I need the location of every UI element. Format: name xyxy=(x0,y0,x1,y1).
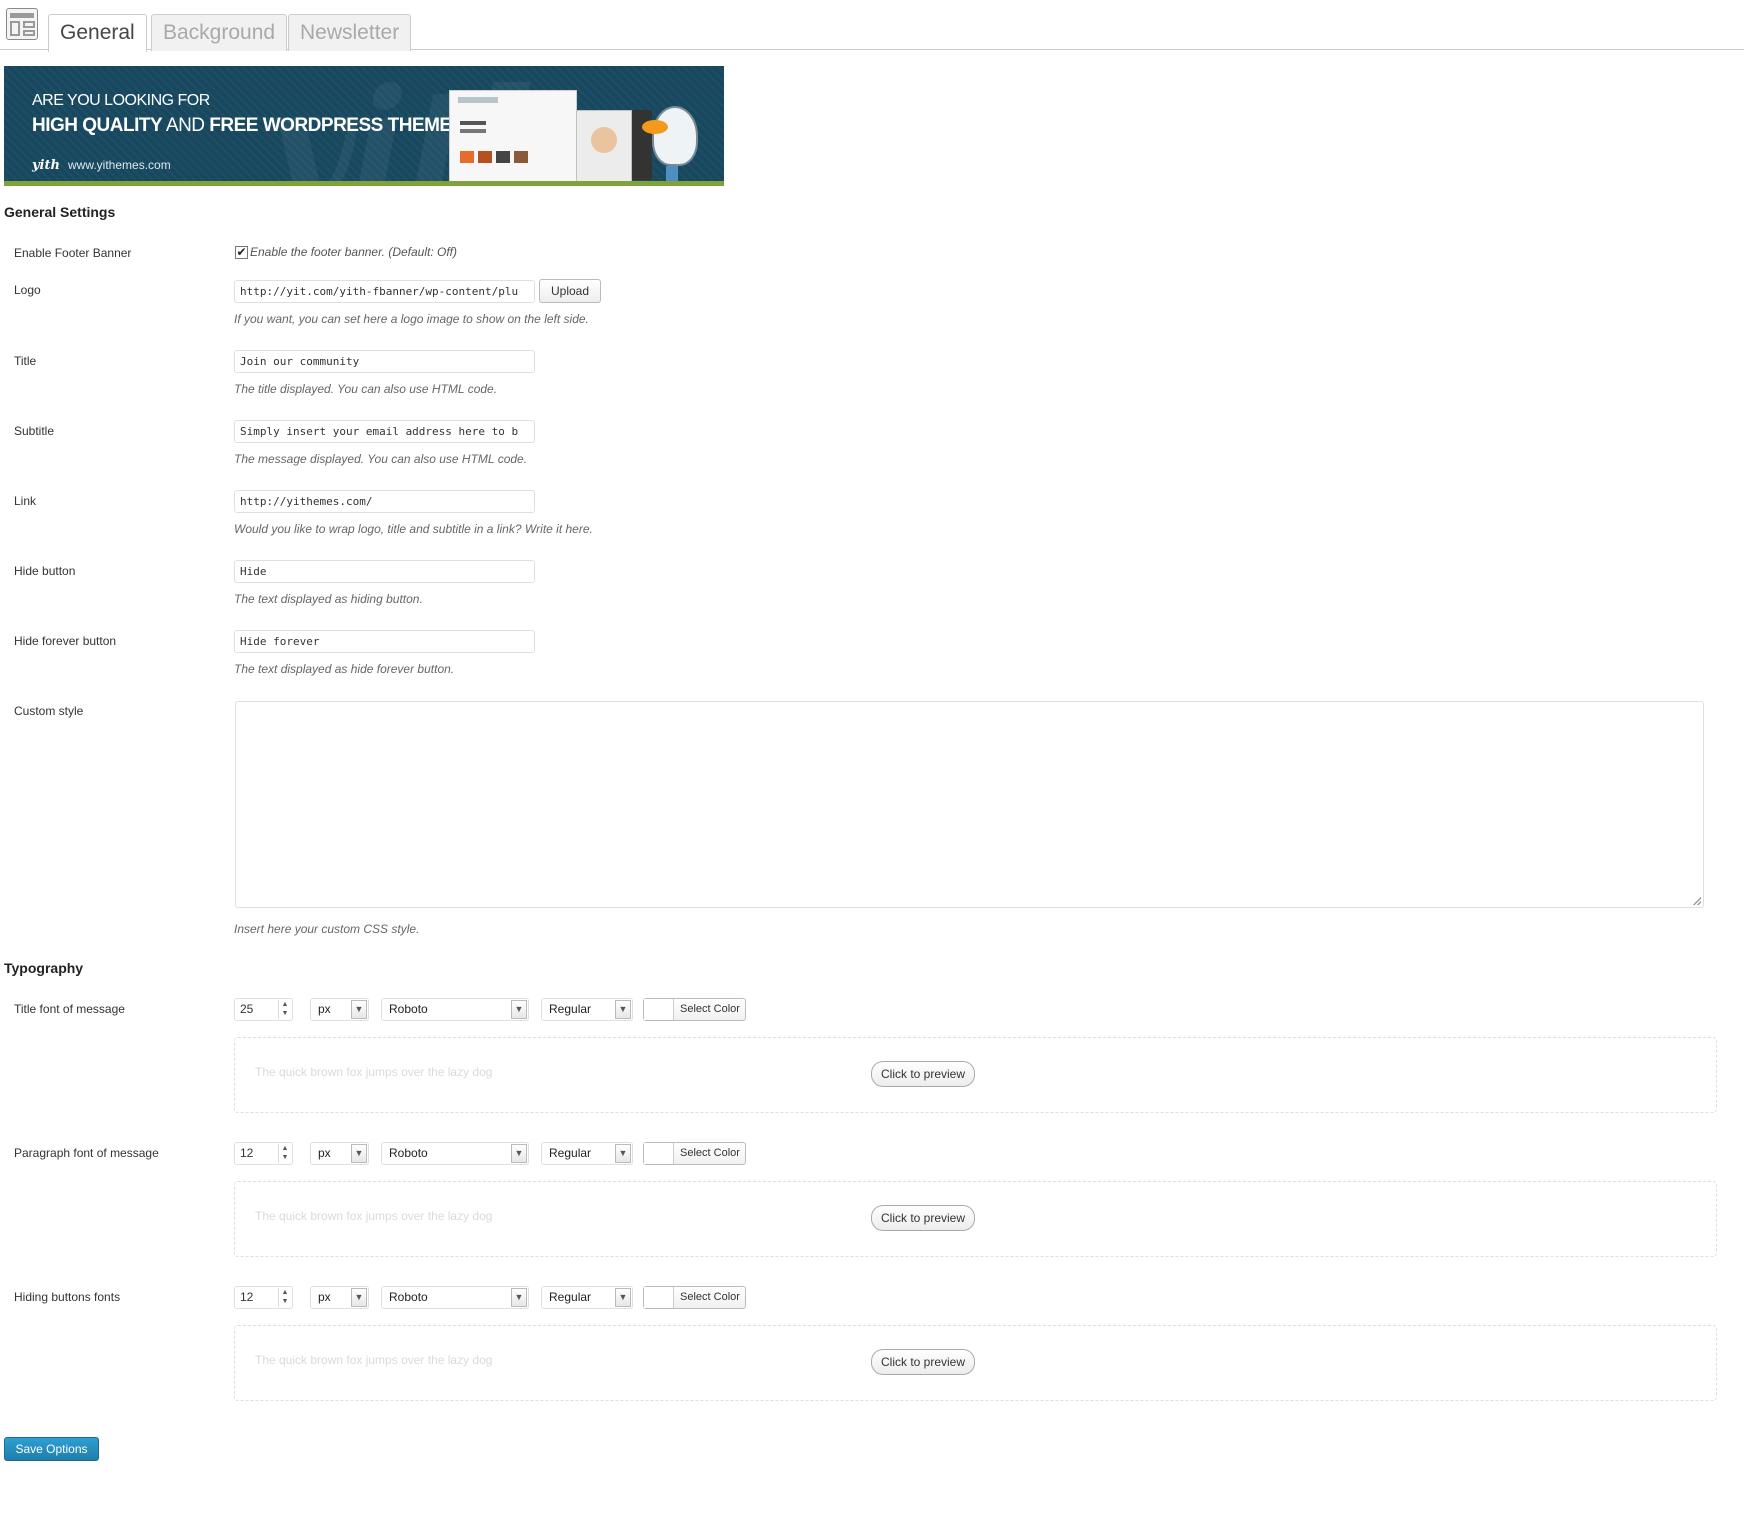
custom-style-hint: Insert here your custom CSS style. xyxy=(234,922,420,936)
title-input[interactable]: Join our community xyxy=(234,350,535,373)
select-color-button[interactable]: Select Color xyxy=(643,1286,746,1309)
font-family-select[interactable]: Roboto ▼ xyxy=(381,1286,529,1309)
stepper-arrows-icon[interactable]: ▲ ▼ xyxy=(278,1144,291,1163)
title-label: Title xyxy=(14,354,37,368)
subtitle-hint: The message displayed. You can also use … xyxy=(234,452,528,466)
resize-grip-icon[interactable] xyxy=(1693,897,1701,905)
font-weight-select[interactable]: Regular ▼ xyxy=(541,1142,633,1165)
hide-forever-button-input[interactable]: Hide forever xyxy=(234,630,535,653)
font-unit-select[interactable]: px ▼ xyxy=(310,1286,369,1309)
chevron-down-icon[interactable]: ▼ xyxy=(511,1000,527,1019)
banner-url: www.yithemes.com xyxy=(68,158,171,172)
duck-beak xyxy=(642,120,668,134)
tabs-bar: General Background Newsletter xyxy=(0,0,1744,52)
font-family-select[interactable]: Roboto ▼ xyxy=(381,1142,529,1165)
chevron-down-icon[interactable]: ▼ xyxy=(351,1144,367,1163)
color-swatch xyxy=(644,1287,674,1308)
theme-screenshot-image xyxy=(449,90,577,186)
tab-background[interactable]: Background xyxy=(151,14,288,51)
preview-text: The quick brown fox jumps over the lazy … xyxy=(255,1353,493,1367)
hide-forever-button-hint: The text displayed as hide forever butto… xyxy=(234,662,455,676)
font-preview-box: The quick brown fox jumps over the lazy … xyxy=(234,1181,1717,1257)
banner-line-1: ARE YOU LOOKING FOR xyxy=(32,92,210,109)
select-color-button[interactable]: Select Color xyxy=(643,1142,746,1165)
stepper-arrows-icon[interactable]: ▲ ▼ xyxy=(278,1288,291,1307)
enable-footer-banner-text: Enable the footer banner. (Default: Off) xyxy=(250,245,458,259)
custom-style-textarea[interactable] xyxy=(235,701,1704,908)
custom-style-label: Custom style xyxy=(14,704,84,718)
banner-stripe xyxy=(4,181,724,186)
font-weight-select[interactable]: Regular ▼ xyxy=(541,998,633,1021)
click-to-preview-button[interactable]: Click to preview xyxy=(871,1205,976,1231)
chevron-down-icon[interactable]: ▼ xyxy=(615,1288,631,1307)
select-color-button[interactable]: Select Color xyxy=(643,998,746,1021)
color-swatch xyxy=(644,999,674,1020)
hiding-buttons-font-label: Hiding buttons fonts xyxy=(14,1290,121,1304)
font-unit-select[interactable]: px ▼ xyxy=(310,998,369,1021)
link-input[interactable]: http://yithemes.com/ xyxy=(234,490,535,513)
tab-newsletter[interactable]: Newsletter xyxy=(288,14,412,51)
hide-button-label: Hide button xyxy=(14,564,76,578)
chevron-down-icon[interactable]: ▼ xyxy=(511,1144,527,1163)
promo-banner[interactable]: yith ARE YOU LOOKING FOR HIGH QUALITY AN… xyxy=(4,66,724,186)
font-weight-select[interactable]: Regular ▼ xyxy=(541,1286,633,1309)
banner-line-2: HIGH QUALITY AND FREE WORDPRESS THEMES? xyxy=(32,115,475,136)
font-family-select[interactable]: Roboto ▼ xyxy=(381,998,529,1021)
banner-brand-logo: yith xyxy=(32,158,60,173)
logo-label: Logo xyxy=(14,283,41,297)
logo-hint: If you want, you can set here a logo ima… xyxy=(234,312,589,326)
tab-general[interactable]: General xyxy=(48,14,147,52)
upload-button[interactable]: Upload xyxy=(539,279,601,303)
font-unit-select[interactable]: px ▼ xyxy=(310,1142,369,1165)
chevron-down-icon[interactable]: ▼ xyxy=(615,1144,631,1163)
font-size-stepper[interactable]: 12 ▲ ▼ xyxy=(234,1142,293,1165)
chevron-down-icon[interactable]: ▼ xyxy=(351,1000,367,1019)
hide-button-hint: The text displayed as hiding button. xyxy=(234,592,423,606)
enable-footer-banner-label: Enable Footer Banner xyxy=(14,246,132,260)
link-label: Link xyxy=(14,494,37,508)
theme-screenshot-image xyxy=(576,110,632,186)
color-swatch xyxy=(644,1143,674,1164)
logo-url-input[interactable]: http://yit.com/yith-fbanner/wp-content/p… xyxy=(234,280,535,303)
enable-footer-banner-checkbox[interactable]: ✔ xyxy=(235,246,248,259)
font-size-stepper[interactable]: 12 ▲ ▼ xyxy=(234,1286,293,1309)
hide-button-input[interactable]: Hide xyxy=(234,560,535,583)
layout-icon xyxy=(6,8,38,40)
link-hint: Would you like to wrap logo, title and s… xyxy=(234,522,593,536)
duck-mascot-image xyxy=(652,106,698,166)
click-to-preview-button[interactable]: Click to preview xyxy=(871,1349,976,1375)
font-size-stepper[interactable]: 25 ▲ ▼ xyxy=(234,998,293,1021)
preview-text: The quick brown fox jumps over the lazy … xyxy=(255,1065,493,1079)
typography-heading: Typography xyxy=(4,960,84,976)
preview-text: The quick brown fox jumps over the lazy … xyxy=(255,1209,493,1223)
save-options-button[interactable]: Save Options xyxy=(4,1437,99,1461)
chevron-down-icon[interactable]: ▼ xyxy=(511,1288,527,1307)
hide-forever-button-label: Hide forever button xyxy=(14,634,117,648)
subtitle-label: Subtitle xyxy=(14,424,55,438)
title-font-label: Title font of message xyxy=(14,1002,125,1016)
stepper-arrows-icon[interactable]: ▲ ▼ xyxy=(278,1000,291,1019)
subtitle-input[interactable]: Simply insert your email address here to… xyxy=(234,420,535,443)
paragraph-font-label: Paragraph font of message xyxy=(14,1146,159,1160)
font-preview-box: The quick brown fox jumps over the lazy … xyxy=(234,1037,1717,1113)
font-preview-box: The quick brown fox jumps over the lazy … xyxy=(234,1325,1717,1401)
chevron-down-icon[interactable]: ▼ xyxy=(615,1000,631,1019)
click-to-preview-button[interactable]: Click to preview xyxy=(871,1061,976,1087)
general-settings-heading: General Settings xyxy=(4,204,116,220)
chevron-down-icon[interactable]: ▼ xyxy=(351,1288,367,1307)
title-hint: The title displayed. You can also use HT… xyxy=(234,382,498,396)
